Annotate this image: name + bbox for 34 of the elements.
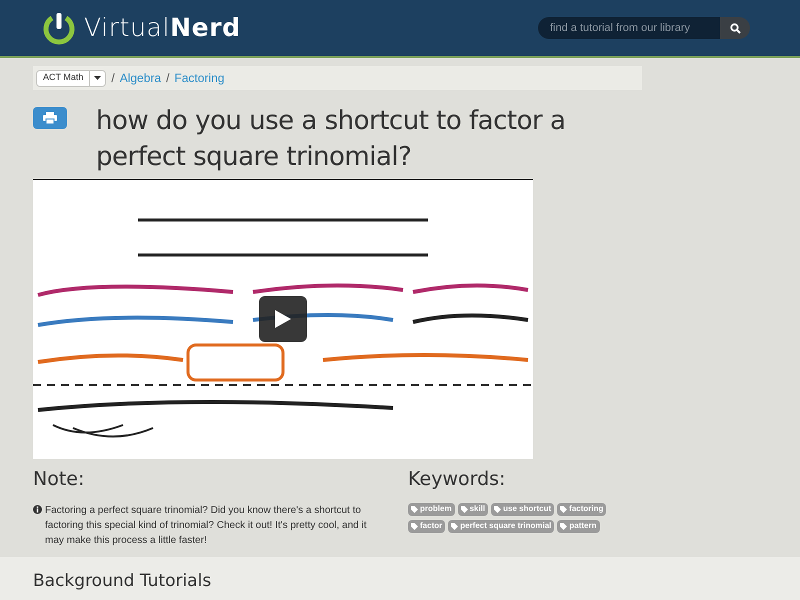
keyword-tag[interactable]: skill (458, 502, 488, 516)
breadcrumb-separator: / (166, 70, 170, 87)
caret-icon (94, 76, 102, 80)
search-field[interactable]: find a tutorial from our library (538, 17, 720, 39)
keyword-tag[interactable]: perfect square trinomial (448, 520, 554, 532)
tag-icon (494, 506, 502, 512)
breadcrumb-link[interactable]: Algebra (120, 69, 162, 87)
print-button[interactable] (33, 107, 67, 129)
site-logo[interactable]: Virtual Nerd (84, 9, 241, 47)
section-heading: Note: (33, 467, 86, 492)
tag-icon (560, 506, 568, 512)
search-button[interactable] (720, 17, 750, 39)
breadcrumb-link[interactable]: Factoring (174, 69, 224, 87)
section-heading: Keywords: (408, 467, 506, 492)
note-text: Factoring a perfect square trinomial? Did you know there's a shortcut to factoring this special kind of trinomial? Check it out! It's pretty cool, and it may make this process a little faster! (45, 504, 368, 548)
info-icon (33, 504, 42, 514)
section-heading: Background Tutorials (33, 570, 212, 593)
keyword-tag[interactable]: pattern (557, 520, 600, 532)
tag-icon (460, 506, 468, 512)
play-button[interactable] (259, 296, 307, 342)
search-icon (730, 22, 740, 34)
keyword-tag[interactable]: use shortcut (491, 502, 554, 516)
breadcrumb-separator: / (111, 70, 115, 87)
keyword-tag[interactable]: problem (408, 502, 455, 516)
tag-icon (411, 522, 418, 530)
tag-icon (451, 522, 458, 530)
keyword-tag[interactable]: factoring (557, 502, 606, 516)
tag-icon (411, 506, 418, 512)
keyword-tag[interactable]: factor (408, 520, 446, 532)
power-logo-icon (42, 11, 76, 45)
page-title: how do you use a shortcut to factor a perfect square trinomial? (96, 105, 566, 174)
play-icon (275, 310, 291, 328)
print-icon (43, 112, 57, 124)
tag-icon (560, 522, 568, 530)
